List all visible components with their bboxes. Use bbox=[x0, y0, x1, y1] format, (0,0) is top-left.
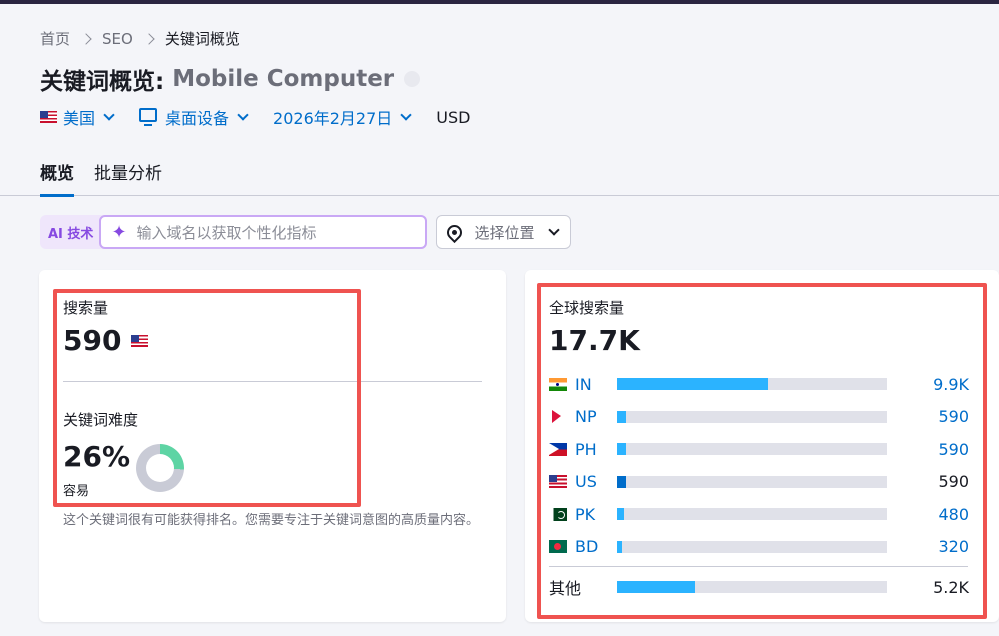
difficulty-description: 这个关键词很有可能获得排名。您需要专注于关键词意图的高质量内容。 bbox=[63, 513, 480, 528]
ai-label: AI 技术 bbox=[48, 226, 94, 242]
chevron-down-icon bbox=[237, 109, 249, 121]
chevron-down-icon bbox=[103, 109, 115, 121]
device-selector[interactable]: 桌面设备 bbox=[139, 105, 249, 129]
chevron-down-icon bbox=[400, 109, 412, 121]
tab-overview[interactable]: 概览 bbox=[40, 159, 74, 197]
title-keyword: Mobile Computer bbox=[172, 66, 395, 92]
date-selector[interactable]: 2026年2月27日 bbox=[273, 105, 412, 129]
ai-toolbar: AI 技术 ✦ 输入域名以获取个性化指标 选择位置 bbox=[40, 215, 572, 249]
chevron-right-icon bbox=[80, 32, 92, 45]
chevron-right-icon bbox=[143, 32, 155, 45]
title-prefix: 关键词概览: bbox=[40, 69, 165, 95]
location-pin-icon bbox=[444, 221, 466, 243]
page-title: 关键词概览: Mobile Computer bbox=[40, 62, 421, 96]
us-flag-icon bbox=[40, 111, 57, 123]
domain-input-placeholder: 输入域名以获取个性化指标 bbox=[136, 223, 317, 242]
location-selector[interactable]: 选择位置 bbox=[436, 215, 572, 249]
breadcrumb-current: 关键词概览 bbox=[164, 30, 240, 48]
desktop-icon bbox=[139, 108, 158, 126]
country-label: 美国 bbox=[63, 109, 96, 128]
status-dot-icon bbox=[404, 71, 421, 87]
ai-box: AI 技术 ✦ 输入域名以获取个性化指标 bbox=[40, 215, 428, 249]
tab-bulk-analysis[interactable]: 批量分析 bbox=[94, 159, 162, 197]
domain-input[interactable]: ✦ 输入域名以获取个性化指标 bbox=[99, 215, 428, 249]
tab-bar: 概览 批量分析 bbox=[40, 159, 182, 197]
country-selector[interactable]: 美国 bbox=[40, 105, 115, 129]
breadcrumb-seo[interactable]: SEO bbox=[102, 30, 133, 48]
breadcrumb-home[interactable]: 首页 bbox=[40, 28, 70, 49]
date-label: 2026年2月27日 bbox=[273, 109, 393, 128]
highlight-box bbox=[53, 289, 361, 507]
currency-label: USD bbox=[436, 107, 471, 127]
filter-bar: 美国 桌面设备 2026年2月27日 USD bbox=[40, 105, 496, 129]
location-label: 选择位置 bbox=[474, 223, 535, 242]
highlight-box bbox=[537, 283, 987, 619]
chevron-down-icon bbox=[548, 224, 561, 236]
breadcrumb: 首页 SEO 关键词概览 bbox=[40, 28, 240, 49]
page-header: 首页 SEO 关键词概览 关键词概览: Mobile Computer 美国 桌… bbox=[0, 4, 999, 197]
sparkle-icon: ✦ bbox=[111, 221, 127, 243]
device-label: 桌面设备 bbox=[165, 109, 230, 128]
